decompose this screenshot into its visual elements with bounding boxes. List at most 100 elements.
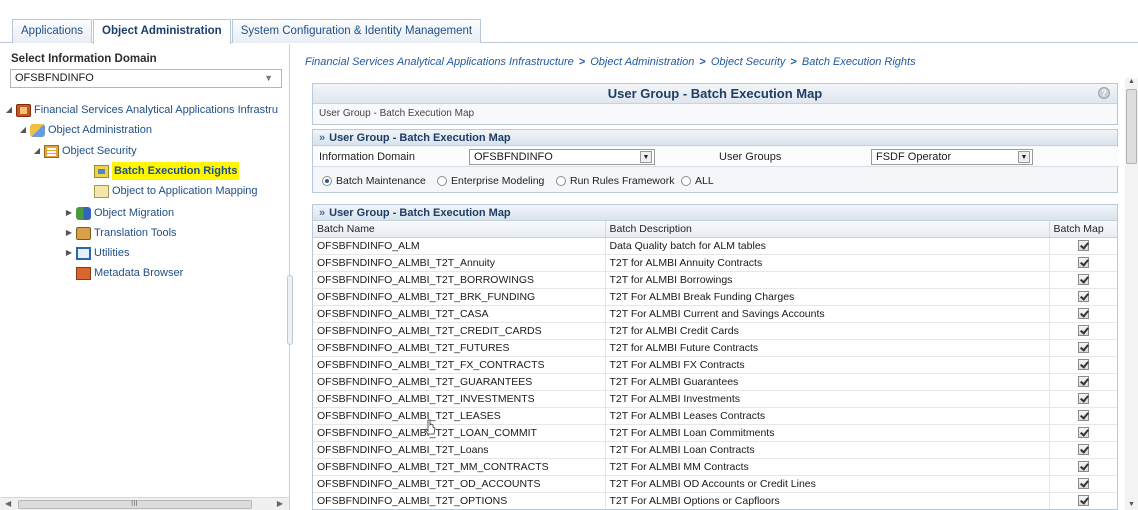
collapse-chevron-icon[interactable]: » — [319, 207, 325, 219]
breadcrumb-item[interactable]: Financial Services Analytical Applicatio… — [305, 56, 574, 68]
tree-node-object-security[interactable]: ◢ Object Security — [32, 142, 137, 160]
tree-node-translation-tools[interactable]: ▶ Translation Tools — [64, 224, 177, 242]
table-row[interactable]: OFSBFNDINFO_ALMBI_T2T_BORROWINGS T2T for … — [313, 271, 1117, 289]
form-section-header[interactable]: » User Group - Batch Execution Map — [313, 130, 1117, 146]
batch-map-checkbox[interactable] — [1077, 359, 1089, 371]
batch-type-radio-group: Batch Maintenance Enterprise Modeling Ru… — [313, 168, 1119, 192]
tree-node-object-migration[interactable]: ▶ Object Migration — [64, 204, 174, 222]
batch-description-cell: T2T For ALMBI Investments — [605, 390, 1050, 408]
information-domain-dropdown[interactable]: OFSBFNDINFO ▼ — [469, 149, 655, 165]
batch-map-checkbox[interactable] — [1077, 325, 1089, 337]
scroll-down-icon[interactable]: ▼ — [1128, 501, 1135, 508]
collapsed-triangle-icon[interactable]: ▶ — [64, 244, 74, 262]
tabs: Applications Object Administration Syste… — [12, 19, 482, 44]
form-section-title: User Group - Batch Execution Map — [329, 132, 511, 144]
batch-map-checkbox[interactable] — [1077, 240, 1089, 252]
batch-map-checkbox[interactable] — [1077, 291, 1089, 303]
table-row[interactable]: OFSBFNDINFO_ALMBI_T2T_Loans T2T For ALMBI… — [313, 441, 1117, 459]
batch-name-cell: OFSBFNDINFO_ALMBI_T2T_LEASES — [313, 407, 606, 425]
scrollbar-thumb[interactable] — [1126, 89, 1137, 164]
table-row[interactable]: OFSBFNDINFO_ALMBI_T2T_OPTIONS T2T For ALM… — [313, 492, 1117, 509]
breadcrumb-item[interactable]: Object Security — [711, 56, 786, 68]
radio-unselected-icon[interactable] — [681, 176, 691, 186]
user-groups-dropdown-value: FSDF Operator — [876, 151, 952, 163]
table-section-header[interactable]: » User Group - Batch Execution Map — [313, 205, 1117, 221]
batch-map-cell — [1049, 407, 1117, 425]
tab-object-administration[interactable]: Object Administration — [93, 19, 231, 44]
breadcrumb-item[interactable]: Batch Execution Rights — [802, 56, 916, 68]
batch-map-checkbox[interactable] — [1077, 308, 1089, 320]
batch-map-checkbox[interactable] — [1077, 478, 1089, 490]
batch-name-cell: OFSBFNDINFO_ALMBI_T2T_CASA — [313, 305, 606, 323]
tree-node-batch-execution-rights[interactable]: Batch Execution Rights — [94, 162, 240, 180]
table-row[interactable]: OFSBFNDINFO_ALMBI_T2T_MM_CONTRACTS T2T Fo… — [313, 458, 1117, 476]
breadcrumb-item[interactable]: Object Administration — [590, 56, 694, 68]
tab-system-configuration[interactable]: System Configuration & Identity Manageme… — [231, 19, 482, 43]
batch-map-cell — [1049, 492, 1117, 509]
column-header-batch-name[interactable]: Batch Name — [313, 221, 606, 238]
batch-map-checkbox[interactable] — [1077, 461, 1089, 473]
scroll-left-icon[interactable]: ◀ — [5, 499, 11, 508]
tree-node-metadata-browser[interactable]: Metadata Browser — [76, 264, 183, 282]
tab-applications[interactable]: Applications — [12, 19, 93, 43]
radio-selected-icon[interactable] — [322, 176, 332, 186]
column-header-batch-map[interactable]: Batch Map — [1049, 221, 1117, 238]
table-row[interactable]: OFSBFNDINFO_ALMBI_T2T_CREDIT_CARDS T2T fo… — [313, 322, 1117, 340]
table-row[interactable]: OFSBFNDINFO_ALM Data Quality batch for AL… — [313, 237, 1117, 255]
table-row[interactable]: OFSBFNDINFO_ALMBI_T2T_GUARANTEES T2T For … — [313, 373, 1117, 391]
scroll-right-icon[interactable]: ▶ — [277, 499, 283, 508]
radio-label: Run Rules Framework — [570, 175, 675, 187]
radio-run-rules-framework[interactable]: Run Rules Framework — [556, 175, 674, 187]
batch-icon — [94, 164, 109, 178]
batch-name-cell: OFSBFNDINFO_ALMBI_T2T_GUARANTEES — [313, 373, 606, 391]
table-row[interactable]: OFSBFNDINFO_ALMBI_T2T_BRK_FUNDING T2T For… — [313, 288, 1117, 306]
chevron-down-icon[interactable]: ▼ — [640, 151, 652, 163]
batch-name-cell: OFSBFNDINFO_ALMBI_T2T_INVESTMENTS — [313, 390, 606, 408]
breadcrumb-separator: > — [699, 56, 706, 68]
information-domain-select[interactable]: OFSBFNDINFO ▼ — [10, 69, 282, 88]
chevron-down-icon[interactable]: ▼ — [1018, 151, 1030, 163]
expand-triangle-icon[interactable]: ◢ — [32, 142, 42, 160]
scroll-up-icon[interactable]: ▲ — [1128, 78, 1135, 85]
batch-map-checkbox[interactable] — [1077, 444, 1089, 456]
batch-map-checkbox[interactable] — [1077, 342, 1089, 354]
column-header-batch-description[interactable]: Batch Description — [605, 221, 1050, 238]
batch-map-checkbox[interactable] — [1077, 376, 1089, 388]
table-row[interactable]: OFSBFNDINFO_ALMBI_T2T_CASA T2T For ALMBI … — [313, 305, 1117, 323]
table-row[interactable]: OFSBFNDINFO_ALMBI_T2T_FX_CONTRACTS T2T Fo… — [313, 356, 1117, 374]
batch-map-checkbox[interactable] — [1077, 274, 1089, 286]
panel-splitter-handle[interactable] — [287, 275, 293, 345]
vertical-scrollbar[interactable]: ▲ ▼ — [1125, 78, 1138, 510]
batch-map-checkbox[interactable] — [1077, 410, 1089, 422]
collapse-chevron-icon[interactable]: » — [319, 132, 325, 144]
radio-unselected-icon[interactable] — [437, 176, 447, 186]
table-header-row: Batch Name Batch Description Batch Map — [313, 221, 1117, 238]
table-row[interactable]: OFSBFNDINFO_ALMBI_T2T_FUTURES T2T for ALM… — [313, 339, 1117, 357]
radio-batch-maintenance[interactable]: Batch Maintenance — [322, 175, 426, 187]
expand-triangle-icon[interactable]: ◢ — [18, 121, 28, 139]
breadcrumb-separator: > — [790, 56, 797, 68]
radio-enterprise-modeling[interactable]: Enterprise Modeling — [437, 175, 544, 187]
help-icon[interactable]: ? — [1098, 87, 1110, 99]
tree-node-utilities[interactable]: ▶ Utilities — [64, 244, 129, 262]
table-row[interactable]: OFSBFNDINFO_ALMBI_T2T_Annuity T2T for ALM… — [313, 254, 1117, 272]
table-row[interactable]: OFSBFNDINFO_ALMBI_T2T_INVESTMENTS T2T For… — [313, 390, 1117, 408]
tree-node-object-to-application-mapping[interactable]: Object to Application Mapping — [94, 182, 258, 200]
collapsed-triangle-icon[interactable]: ▶ — [64, 224, 74, 242]
table-row[interactable]: OFSBFNDINFO_ALMBI_T2T_OD_ACCOUNTS T2T For… — [313, 475, 1117, 493]
tree-node-object-administration[interactable]: ◢ Object Administration — [18, 121, 152, 139]
tree-node-label: Translation Tools — [94, 227, 177, 239]
radio-all[interactable]: ALL — [681, 175, 714, 187]
radio-unselected-icon[interactable] — [556, 176, 566, 186]
batch-map-checkbox[interactable] — [1077, 495, 1089, 507]
batch-map-checkbox[interactable] — [1077, 257, 1089, 269]
expand-triangle-icon[interactable]: ◢ — [4, 101, 14, 119]
batch-map-cell — [1049, 322, 1117, 340]
batch-map-checkbox[interactable] — [1077, 393, 1089, 405]
left-horizontal-scrollbar[interactable]: ◀ III ▶ — [0, 497, 289, 510]
collapsed-triangle-icon[interactable]: ▶ — [64, 204, 74, 222]
form-panel: » User Group - Batch Execution Map Inform… — [312, 129, 1119, 193]
user-groups-dropdown[interactable]: FSDF Operator ▼ — [871, 149, 1033, 165]
tree-node-root[interactable]: ◢ Financial Services Analytical Applicat… — [4, 101, 278, 119]
batch-map-checkbox[interactable] — [1077, 427, 1089, 439]
